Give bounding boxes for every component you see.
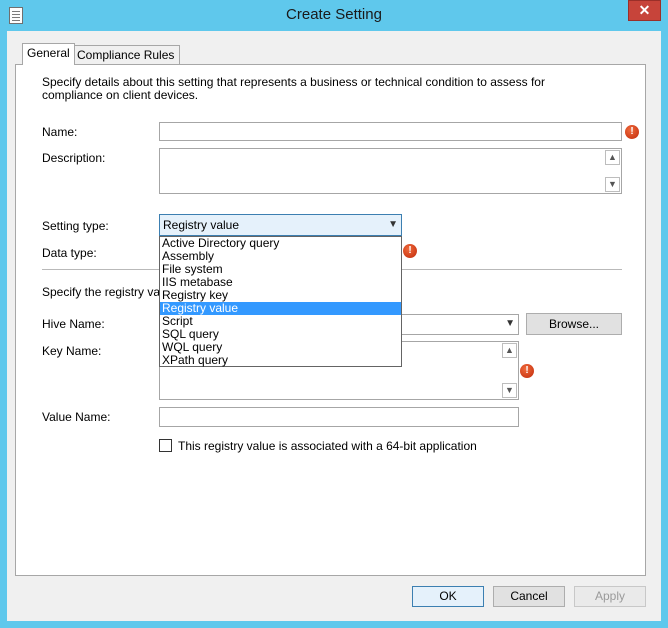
data-type-label: Data type: xyxy=(42,246,97,260)
setting-type-dropdown[interactable]: Active Directory query Assembly File sys… xyxy=(159,236,402,367)
description-label: Description: xyxy=(42,151,106,165)
chevron-down-icon: ▼ xyxy=(505,318,515,329)
ok-button[interactable]: OK xyxy=(412,586,484,607)
registry-section-label: Specify the registry value xyxy=(42,285,177,299)
setting-type-label: Setting type: xyxy=(42,219,109,233)
dropdown-option[interactable]: XPath query xyxy=(160,354,401,367)
64bit-checkbox[interactable] xyxy=(159,439,172,452)
tab-compliance-rules-label: Compliance Rules xyxy=(77,48,175,62)
setting-type-combo[interactable]: Registry value ▼ xyxy=(159,214,402,236)
scroll-up-icon[interactable]: ▲ xyxy=(605,150,620,165)
description-textarea[interactable]: ▲ ▼ xyxy=(159,148,622,194)
data-type-error-icon: ! xyxy=(403,244,417,258)
tab-compliance-rules[interactable]: Compliance Rules xyxy=(71,45,181,65)
scroll-down-icon[interactable]: ▼ xyxy=(502,383,517,398)
apply-button[interactable]: Apply xyxy=(574,586,646,607)
64bit-checkbox-label: This registry value is associated with a… xyxy=(178,439,477,453)
tab-general[interactable]: General xyxy=(22,43,75,65)
key-name-label: Key Name: xyxy=(42,344,102,358)
intro-text: Specify details about this setting that … xyxy=(42,75,545,102)
scroll-down-icon[interactable]: ▼ xyxy=(605,177,620,192)
dropdown-option-selected[interactable]: Registry value xyxy=(160,302,401,315)
name-label: Name: xyxy=(42,125,78,139)
description-scrollbar[interactable]: ▲ ▼ xyxy=(604,149,621,193)
dialog-window: Create Setting ✕ General Compliance Rule… xyxy=(0,0,668,628)
tab-general-label: General xyxy=(27,46,70,60)
close-button[interactable]: ✕ xyxy=(628,0,661,21)
key-name-error-icon: ! xyxy=(520,364,534,378)
value-name-label: Value Name: xyxy=(42,410,111,424)
key-name-scrollbar[interactable]: ▲ ▼ xyxy=(501,342,518,399)
value-name-input[interactable] xyxy=(159,407,519,427)
window-title: Create Setting xyxy=(286,6,382,23)
scroll-up-icon[interactable]: ▲ xyxy=(502,343,517,358)
title-bar[interactable]: Create Setting ✕ xyxy=(0,0,668,31)
setting-type-value: Registry value xyxy=(163,218,240,232)
hive-name-label: Hive Name: xyxy=(42,317,105,331)
name-error-icon: ! xyxy=(625,125,639,139)
cancel-button[interactable]: Cancel xyxy=(493,586,565,607)
browse-button[interactable]: Browse... xyxy=(526,313,622,335)
name-input[interactable] xyxy=(159,122,622,141)
chevron-down-icon: ▼ xyxy=(388,219,398,230)
close-icon: ✕ xyxy=(638,2,651,18)
